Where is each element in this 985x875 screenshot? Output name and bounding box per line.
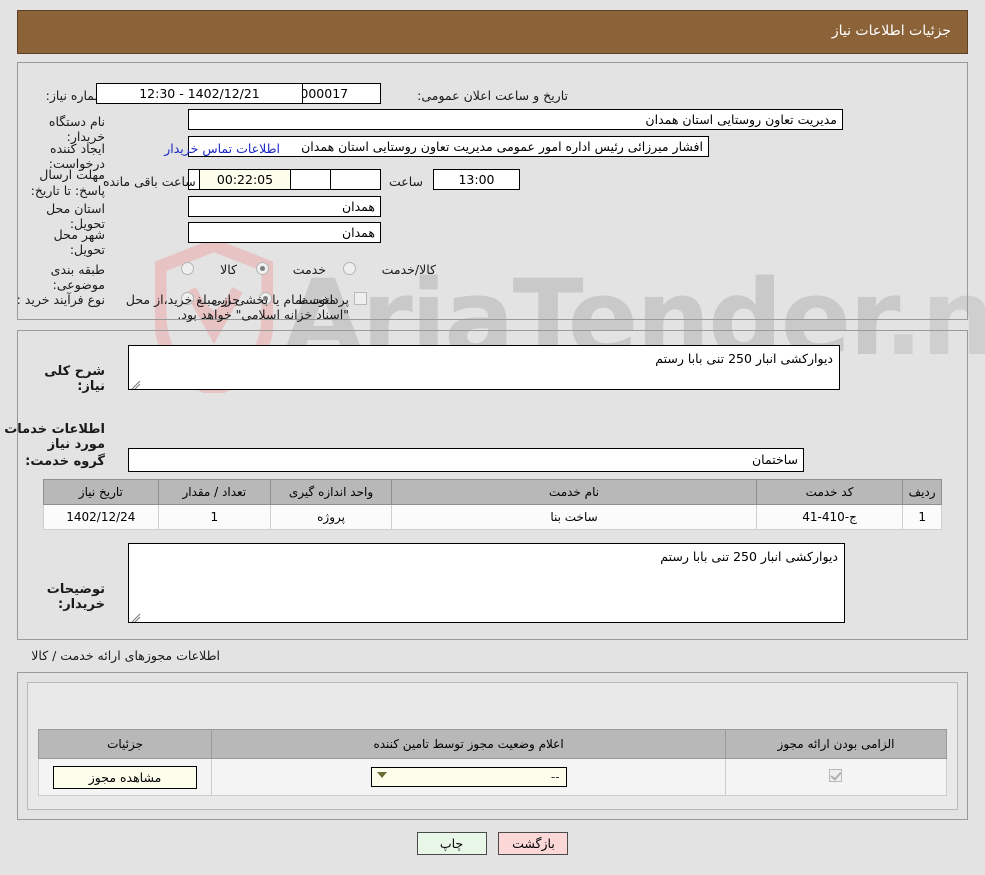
radio-category-kala-label: کالا — [220, 262, 237, 277]
page-header: جزئیات اطلاعات نیاز — [17, 10, 968, 54]
cell-name: ساخت بنا — [391, 504, 757, 530]
col-permit-details: جزئیات — [37, 729, 213, 759]
table-row: 1 ج-410-41 ساخت بنا پروژه 1 1402/12/24 — [43, 504, 942, 530]
radio-category-kala-khedmat[interactable] — [343, 262, 356, 275]
permit-status-value: -- — [550, 770, 560, 784]
permit-required-checkbox — [829, 768, 842, 782]
col-code: کد خدمت — [755, 479, 904, 505]
buyer-contact-link[interactable]: اطلاعات تماس خریدار — [164, 141, 280, 156]
delivery-province-value: همدان — [188, 196, 381, 217]
permits-table: الزامی بودن ارائه مجوز اعلام وضعیت مجوز … — [37, 729, 947, 796]
cell-unit: پروژه — [269, 504, 393, 530]
service-group-value: ساختمان — [128, 448, 804, 472]
remaining-clock-label: ساعت باقی مانده — [103, 174, 196, 189]
cell-need-date: 1402/12/24 — [43, 504, 159, 530]
delivery-city-label: شهر محل تحویل: — [53, 227, 105, 257]
col-name: نام خدمت — [391, 479, 757, 505]
deadline-time-value: 13:00 — [433, 169, 520, 190]
radio-category-kala[interactable] — [181, 262, 194, 275]
service-group-label: گروه خدمت: — [25, 454, 105, 469]
deadline-time-label: ساعت — [388, 174, 423, 189]
col-need-date: تاریخ نیاز — [43, 479, 159, 505]
col-quantity: تعداد / مقدار — [157, 479, 271, 505]
footer-button-bar: بازگشت چاپ — [0, 832, 985, 855]
remaining-clock-value: 00:22:05 — [199, 169, 291, 190]
general-desc-label: شرح کلی نیاز: — [44, 364, 105, 394]
buyer-notes-value: دیوارکشی انبار 250 تنی بابا رستم — [660, 549, 838, 564]
services-table-header-row: ردیف کد خدمت نام خدمت واحد اندازه گیری ت… — [43, 479, 942, 505]
cell-permit-required — [725, 758, 947, 796]
treasury-bonds-label: پرداخت تمام یا بخشی از مبلغ خرید،از محل … — [125, 292, 349, 322]
treasury-bonds-checkbox[interactable] — [354, 292, 367, 305]
general-desc-textarea[interactable]: دیوارکشی انبار 250 تنی بابا رستم — [128, 345, 840, 390]
public-announce-value: 1402/12/21 - 12:30 — [96, 83, 303, 104]
cell-code: ج-410-41 — [755, 504, 904, 530]
radio-category-khedmat-label: خدمت — [292, 262, 326, 277]
col-permit-required: الزامی بودن ارائه مجوز — [725, 729, 947, 759]
print-button[interactable]: چاپ — [416, 832, 487, 855]
resize-grip-icon[interactable] — [131, 378, 141, 389]
buyer-org-value: مدیریت تعاون روستایی استان همدان — [188, 109, 843, 130]
col-unit: واحد اندازه گیری — [269, 479, 393, 505]
col-permit-status: اعلام وضعیت مجوز توسط تامین کننده — [211, 729, 727, 759]
cell-permit-details: مشاهده مجوز — [37, 758, 213, 796]
page-title: جزئیات اطلاعات نیاز — [831, 23, 951, 39]
permit-status-select[interactable]: -- — [370, 767, 567, 787]
resize-grip-icon[interactable] — [131, 611, 141, 622]
back-button[interactable]: بازگشت — [498, 832, 569, 855]
view-permit-button[interactable]: مشاهده مجوز — [53, 765, 198, 789]
chevron-down-icon — [376, 772, 387, 778]
services-section-heading: اطلاعات خدمات مورد نیاز — [4, 422, 105, 452]
permits-table-header-row: الزامی بودن ارائه مجوز اعلام وضعیت مجوز … — [37, 729, 947, 759]
col-radif: ردیف — [902, 479, 942, 505]
permits-section-title: اطلاعات مجوزهای ارائه خدمت / کالا — [31, 648, 220, 663]
need-number-label: شماره نیاز: — [45, 88, 105, 103]
table-row: -- مشاهده مجوز — [37, 758, 947, 796]
deadline-label: مهلت ارسال پاسخ: تا تاریخ: — [30, 167, 105, 198]
process-label: نوع فرآیند خرید : — [16, 292, 105, 307]
buyer-org-label: نام دستگاه خریدار: — [48, 114, 105, 144]
radio-category-kala-khedmat-label: کالا/خدمت — [381, 262, 436, 277]
buyer-notes-textarea[interactable]: دیوارکشی انبار 250 تنی بابا رستم — [128, 543, 845, 623]
category-label: طبقه بندی موضوعی: — [50, 262, 105, 292]
buyer-notes-label: توضیحات خریدار: — [46, 582, 105, 612]
cell-radif: 1 — [902, 504, 942, 530]
general-desc-value: دیوارکشی انبار 250 تنی بابا رستم — [655, 351, 833, 366]
services-table: ردیف کد خدمت نام خدمت واحد اندازه گیری ت… — [43, 479, 942, 530]
cell-quantity: 1 — [157, 504, 271, 530]
delivery-city-value: همدان — [188, 222, 381, 243]
public-announce-label: تاریخ و ساعت اعلان عمومی: — [417, 88, 568, 103]
radio-category-khedmat[interactable] — [256, 262, 269, 275]
cell-permit-status: -- — [211, 758, 727, 796]
